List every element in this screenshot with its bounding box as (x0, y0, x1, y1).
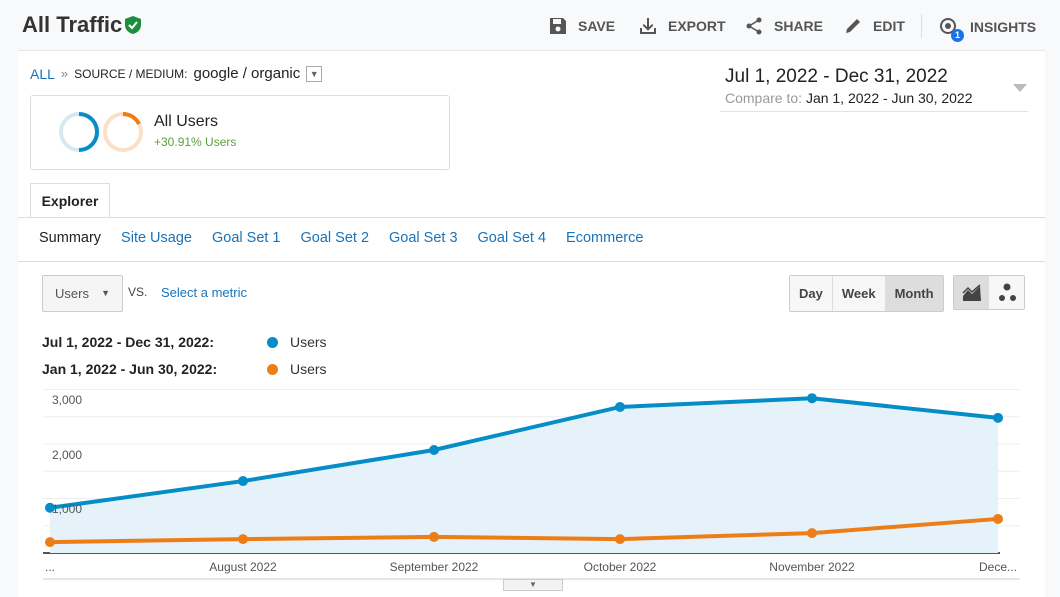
x-tick-label: ... (45, 560, 55, 574)
y-tick-label: 1,000 (52, 502, 82, 516)
x-tick-label: November 2022 (769, 560, 855, 574)
tab-divider (18, 217, 1045, 218)
export-button[interactable]: EXPORT (638, 16, 726, 36)
chevron-down-icon[interactable] (1013, 84, 1027, 92)
subtab-ecommerce[interactable]: Ecommerce (566, 230, 643, 246)
subtab-summary[interactable]: Summary (39, 230, 101, 246)
metric-value: Users (55, 286, 89, 301)
legend-metric: Users (290, 334, 327, 350)
users-line-chart: 3,000 2,000 1,000 ... August 2022 Septem… (43, 389, 1020, 580)
period-week-button[interactable]: Week (832, 276, 886, 311)
period-day-button[interactable]: Day (790, 276, 833, 311)
breadcrumb-separator: » (60, 66, 69, 81)
chart-type-toggle (953, 275, 1025, 310)
select-metric-link[interactable]: Select a metric (161, 285, 247, 300)
data-point[interactable] (615, 401, 625, 412)
segment-donut-icon (59, 112, 143, 152)
legend-dot (267, 363, 278, 375)
subtab-goal-set-2[interactable]: Goal Set 2 (301, 230, 370, 246)
data-point[interactable] (807, 528, 817, 539)
data-point[interactable] (429, 444, 439, 455)
x-tick-label: August 2022 (209, 560, 277, 574)
segment-name: All Users (154, 113, 219, 130)
subtab-site-usage[interactable]: Site Usage (121, 230, 192, 246)
edit-button[interactable]: EDIT (843, 16, 905, 36)
date-range-compare[interactable]: Compare to: Jan 1, 2022 - Jun 30, 2022 (725, 90, 973, 106)
legend-metric: Users (290, 361, 327, 377)
vs-label: VS. (128, 285, 148, 299)
share-icon (746, 17, 762, 35)
subtab-goal-set-3[interactable]: Goal Set 3 (389, 230, 458, 246)
subtab-divider (18, 261, 1045, 262)
date-underline (720, 111, 1028, 112)
bubble-chart-icon (998, 283, 1016, 301)
legend-item-compare: Jan 1, 2022 - Jun 30, 2022: Users (42, 361, 327, 377)
insights-button[interactable]: 1 INSIGHTS (938, 16, 1037, 42)
breadcrumb-dropdown[interactable]: ▼ (306, 65, 323, 82)
period-month-button[interactable]: Month (885, 276, 943, 311)
legend-range: Jan 1, 2022 - Jun 30, 2022: (42, 361, 218, 377)
data-point[interactable] (238, 534, 248, 545)
legend-item-current: Jul 1, 2022 - Dec 31, 2022: Users (42, 334, 327, 350)
data-point[interactable] (45, 537, 55, 548)
data-point[interactable] (993, 412, 1003, 423)
date-range-primary[interactable]: Jul 1, 2022 - Dec 31, 2022 (725, 66, 948, 88)
data-point[interactable] (429, 531, 439, 542)
breadcrumb: ALL » SOURCE / MEDIUM: google / organic … (30, 65, 323, 82)
period-toggle: Day Week Month (789, 275, 944, 312)
insights-label: INSIGHTS (970, 19, 1037, 35)
pencil-icon (846, 19, 860, 33)
subtab-goal-set-4[interactable]: Goal Set 4 (478, 230, 547, 246)
page-title: All Traffic (22, 12, 123, 37)
insights-icon: 1 (938, 16, 964, 42)
subtab-goal-set-1[interactable]: Goal Set 1 (212, 230, 281, 246)
compare-label: Compare to: (725, 90, 803, 106)
breadcrumb-dimension: SOURCE / MEDIUM: (74, 66, 188, 81)
save-button[interactable]: SAVE (548, 16, 615, 36)
x-tick-label: September 2022 (390, 560, 479, 574)
share-label: SHARE (774, 18, 824, 34)
compare-range: Jan 1, 2022 - Jun 30, 2022 (805, 90, 973, 106)
shield-check-icon (125, 16, 141, 34)
export-label: EXPORT (668, 18, 726, 34)
insights-badge: 1 (951, 29, 964, 42)
data-point[interactable] (807, 393, 817, 404)
toolbar-divider (921, 14, 922, 38)
legend-range: Jul 1, 2022 - Dec 31, 2022: (42, 334, 214, 350)
edit-label: EDIT (873, 18, 905, 34)
metric-select[interactable]: Users ▼ (42, 275, 123, 312)
breadcrumb-all-link[interactable]: ALL (30, 66, 55, 82)
segment-change: +30.91% Users (154, 135, 237, 149)
y-tick-label: 2,000 (52, 448, 82, 462)
tab-explorer[interactable]: Explorer (30, 183, 110, 218)
save-label: SAVE (578, 18, 616, 34)
caret-down-icon: ▼ (101, 288, 110, 298)
share-button[interactable]: SHARE (744, 16, 823, 36)
expand-chart-button[interactable]: ▼ (503, 579, 563, 591)
data-point[interactable] (993, 513, 1003, 524)
download-icon (640, 18, 656, 34)
breadcrumb-value: google / organic (193, 65, 301, 82)
legend-dot (267, 336, 278, 348)
x-tick-label: October 2022 (584, 560, 657, 574)
line-chart-icon (961, 283, 981, 301)
y-tick-label: 3,000 (52, 393, 82, 407)
save-icon (550, 18, 566, 34)
data-point[interactable] (238, 476, 248, 487)
line-chart-button[interactable] (954, 276, 989, 309)
subtabs: Summary Site Usage Goal Set 1 Goal Set 2… (39, 230, 643, 246)
x-tick-label: Dece... (979, 560, 1017, 574)
motion-chart-button[interactable] (989, 276, 1024, 309)
data-point[interactable] (615, 534, 625, 545)
